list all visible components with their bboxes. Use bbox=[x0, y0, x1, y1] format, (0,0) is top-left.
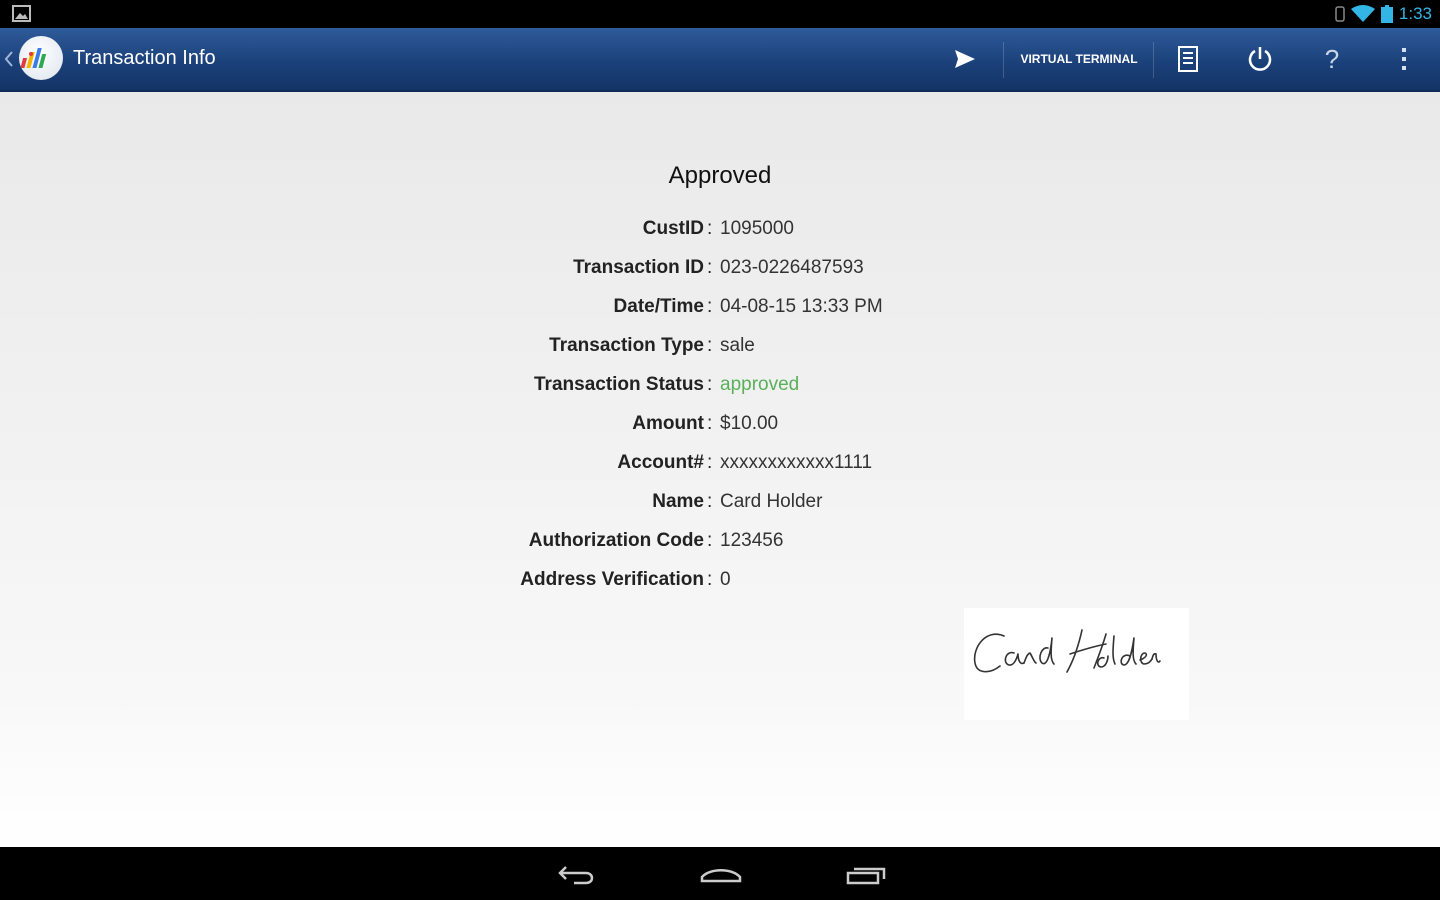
detail-value: 04-08-15 13:33 PM bbox=[720, 296, 883, 317]
system-navigation-bar bbox=[0, 847, 1440, 900]
home-button[interactable] bbox=[696, 857, 746, 891]
battery-icon bbox=[1380, 5, 1393, 23]
detail-label: Transaction Status bbox=[534, 374, 704, 395]
detail-row-name: Name : Card Holder bbox=[0, 491, 1440, 517]
virtual-terminal-label: VIRTUAL TERMINAL bbox=[1020, 52, 1138, 66]
send-button[interactable] bbox=[930, 28, 1000, 90]
transaction-info-panel: Approved CustID : 1095000 Transaction ID… bbox=[0, 92, 1440, 847]
detail-label: Transaction Type bbox=[549, 335, 704, 356]
back-button[interactable] bbox=[552, 857, 602, 891]
help-button[interactable]: ? bbox=[1300, 28, 1364, 90]
detail-separator: : bbox=[707, 569, 713, 590]
detail-separator: : bbox=[707, 413, 713, 434]
status-value-approved: approved bbox=[720, 374, 800, 395]
detail-row-account: Account# : xxxxxxxxxxxx1111 bbox=[0, 452, 1440, 478]
detail-row-authorization-code: Authorization Code : 123456 bbox=[0, 530, 1440, 556]
action-divider bbox=[1153, 42, 1154, 78]
detail-separator: : bbox=[707, 452, 713, 473]
overflow-menu-button[interactable] bbox=[1372, 28, 1436, 90]
send-icon bbox=[955, 50, 975, 68]
detail-separator: : bbox=[707, 374, 713, 395]
result-title: Approved bbox=[668, 162, 772, 189]
app-logo[interactable] bbox=[19, 36, 63, 80]
detail-separator: : bbox=[707, 335, 713, 356]
detail-label: Account# bbox=[617, 452, 704, 473]
detail-label: Amount bbox=[632, 413, 704, 434]
detail-row-address-verification: Address Verification : 0 bbox=[0, 569, 1440, 595]
detail-value: sale bbox=[720, 335, 755, 356]
up-caret-icon[interactable] bbox=[4, 50, 14, 68]
recent-apps-button[interactable] bbox=[840, 857, 890, 891]
detail-separator: : bbox=[707, 491, 713, 512]
detail-label: Authorization Code bbox=[528, 530, 704, 551]
status-icons: 1:33 bbox=[1335, 3, 1432, 25]
detail-value: 123456 bbox=[720, 530, 784, 551]
detail-value: $10.00 bbox=[720, 413, 779, 434]
detail-row-amount: Amount : $10.00 bbox=[0, 413, 1440, 439]
detail-label: Transaction ID bbox=[573, 257, 704, 278]
detail-row-date-time: Date/Time : 04-08-15 13:33 PM bbox=[0, 296, 1440, 322]
detail-row-transaction-id: Transaction ID : 023-0226487593 bbox=[0, 257, 1440, 283]
detail-value: Card Holder bbox=[720, 491, 823, 512]
receipt-icon bbox=[1178, 46, 1198, 72]
power-icon bbox=[1248, 47, 1272, 71]
virtual-terminal-button[interactable]: VIRTUAL TERMINAL bbox=[1006, 28, 1152, 90]
status-bar: 1:33 bbox=[0, 0, 1440, 28]
back-icon bbox=[558, 866, 594, 885]
signature-image bbox=[964, 608, 1189, 720]
detail-value: 0 bbox=[720, 569, 731, 590]
detail-separator: : bbox=[707, 296, 713, 317]
detail-row-transaction-status: Transaction Status : approved bbox=[0, 374, 1440, 400]
status-time: 1:33 bbox=[1398, 4, 1432, 23]
detail-value: xxxxxxxxxxxx1111 bbox=[720, 452, 873, 473]
bluetooth-icon bbox=[1335, 6, 1345, 22]
home-icon bbox=[700, 869, 742, 883]
logo-icon bbox=[20, 48, 47, 68]
detail-separator: : bbox=[707, 257, 713, 278]
detail-separator: : bbox=[707, 218, 713, 239]
page-title: Transaction Info bbox=[73, 47, 216, 69]
detail-label: CustID bbox=[642, 218, 704, 239]
detail-row-custid: CustID : 1095000 bbox=[0, 218, 1440, 244]
handwritten-signature bbox=[973, 629, 1161, 673]
action-divider bbox=[1003, 42, 1004, 78]
detail-label: Address Verification bbox=[520, 569, 704, 590]
detail-separator: : bbox=[707, 530, 713, 551]
action-bar: Transaction Info VIRTUAL TERMINAL ? bbox=[0, 28, 1440, 92]
recent-apps-icon bbox=[846, 867, 886, 885]
picture-notification-icon bbox=[12, 5, 31, 22]
detail-row-transaction-type: Transaction Type : sale bbox=[0, 335, 1440, 361]
detail-label: Date/Time bbox=[613, 296, 704, 317]
logout-button[interactable] bbox=[1228, 28, 1292, 90]
detail-label: Name bbox=[652, 491, 704, 512]
detail-value: 023-0226487593 bbox=[720, 257, 864, 278]
overflow-menu-icon bbox=[1402, 48, 1406, 70]
detail-value: 1095000 bbox=[720, 218, 794, 239]
help-icon: ? bbox=[1324, 43, 1340, 74]
wifi-icon bbox=[1350, 5, 1375, 22]
receipt-button[interactable] bbox=[1156, 28, 1220, 90]
